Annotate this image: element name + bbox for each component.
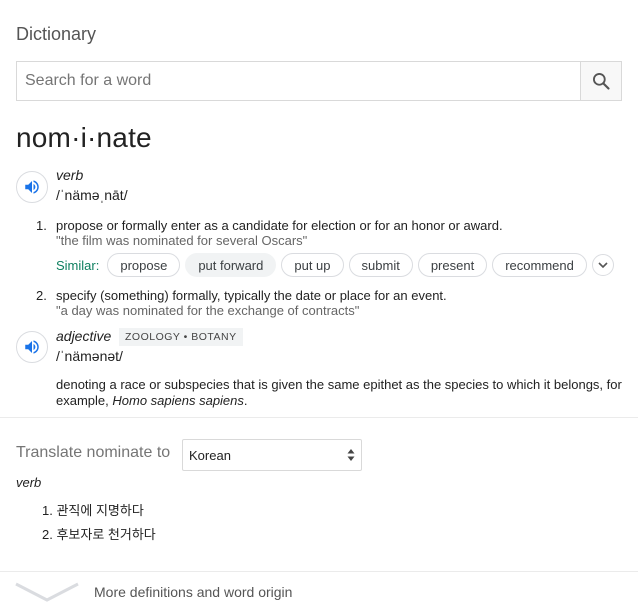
more-definitions-button[interactable]: More definitions and word origin [0,572,638,612]
similar-chip-present[interactable]: present [417,253,488,277]
translation-part-of-speech: verb [16,475,42,490]
sense-definition: propose or formally enter as a candidate… [56,218,503,233]
phonetic-verb: /ˈnäməˌnāt/ [56,187,128,203]
sense-definition: specify (something) formally, typically … [56,288,447,303]
part-of-speech-adjective: adjective [56,328,112,344]
translation-item: 1. 관직에 지명하다 [42,503,144,518]
select-arrows-icon [347,449,355,461]
search-button[interactable] [580,62,621,100]
part-of-speech-verb: verb [56,167,84,183]
headword: nom·i·nate [16,122,152,153]
language-select-value: Korean [189,447,231,463]
similar-chip-submit[interactable]: submit [348,253,413,277]
definition-italic-text: Homo sapiens sapiens [112,393,244,408]
search-input[interactable] [17,62,580,100]
search-icon [593,73,610,90]
pronounce-verb-button[interactable] [16,171,48,203]
similar-chip-recommend[interactable]: recommend [492,253,587,277]
chevron-down-icon [15,582,79,602]
sense-number: 2. [36,288,47,303]
chevron-down-icon [598,262,608,269]
similar-chip-put-up[interactable]: put up [281,253,344,277]
definition-text-end: . [243,393,248,408]
similar-expand-button[interactable] [591,254,614,276]
subject-tag: ZOOLOGY • BOTANY [119,328,243,346]
divider [0,417,638,418]
speaker-icon [25,180,39,194]
translation-item: 2. 후보자로 천거하다 [42,527,156,542]
phonetic-adjective: /ˈnämənət/ [56,348,123,364]
adjective-definition: denoting a race or subspecies that is gi… [56,377,628,409]
pronounce-adjective-button[interactable] [16,331,48,363]
sense-number: 1. [36,218,47,233]
similar-chip-put-forward[interactable]: put forward [185,253,277,277]
sense-example: "the film was nominated for several Osca… [56,233,308,248]
translate-label: Translate nominate to [16,444,171,461]
language-select[interactable]: Korean [182,439,362,471]
card-title: Dictionary [16,24,97,44]
similar-chip-propose[interactable]: propose [107,253,181,277]
sense-example: "a day was nominated for the exchange of… [56,303,360,318]
speaker-icon [25,340,39,354]
search-box [16,61,622,101]
similar-label: Similar: [56,257,100,273]
more-definitions-label: More definitions and word origin [94,584,293,600]
similar-words-row: Similar: propose put forward put up subm… [56,253,614,277]
